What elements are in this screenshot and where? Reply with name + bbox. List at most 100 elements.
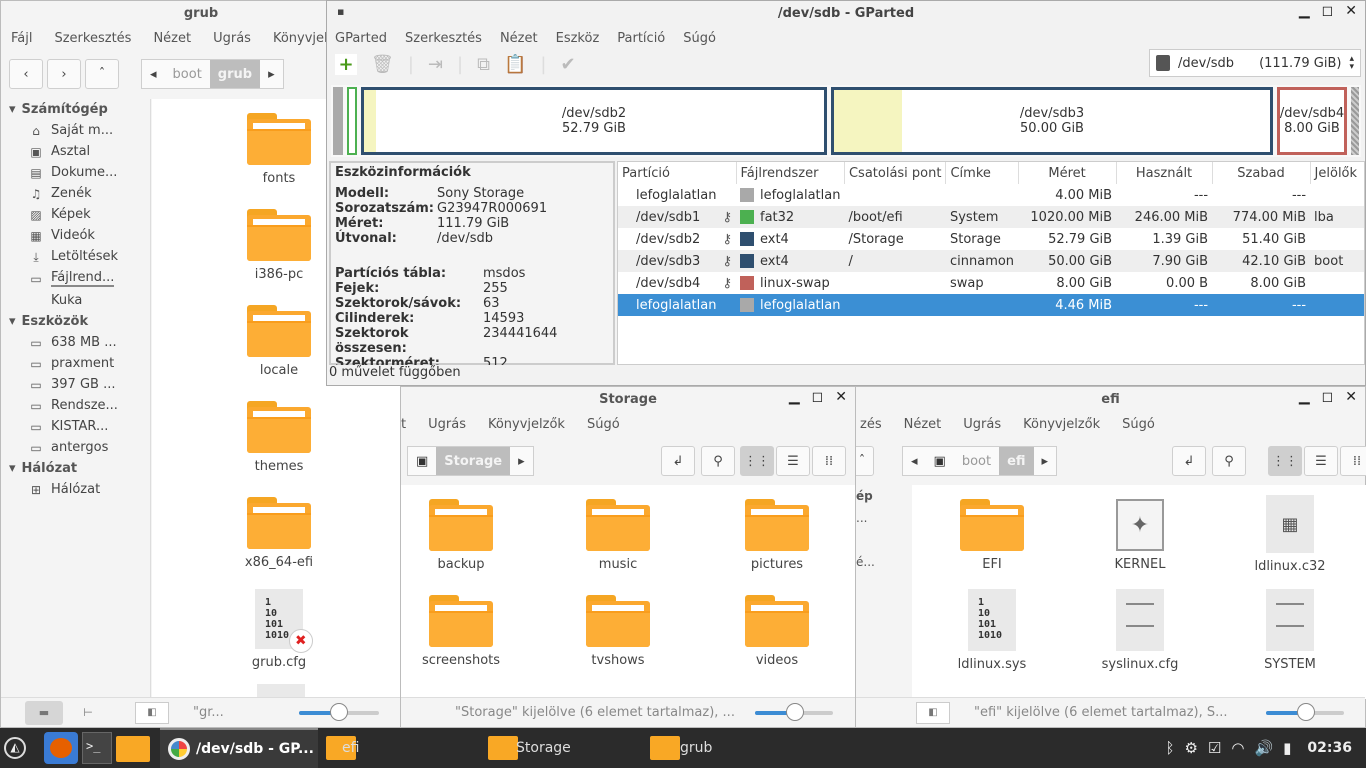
sidebar-item-device[interactable]: ▭ Rendsze... — [1, 395, 150, 416]
folder-item[interactable]: music — [558, 499, 678, 572]
task-grub[interactable]: grub — [650, 728, 712, 768]
menu-edit[interactable]: Szerkesztés — [405, 31, 482, 46]
forward-button[interactable]: › — [47, 59, 81, 89]
folder-item[interactable]: i386-pc — [219, 209, 339, 282]
column-header[interactable]: Használt — [1116, 162, 1213, 184]
menu-device[interactable]: Eszköz — [556, 31, 600, 46]
breadcrumb-right-arrow[interactable]: ▸ — [510, 447, 533, 475]
back-button[interactable]: ‹ — [9, 59, 43, 89]
menu-view[interactable]: Nézet — [500, 31, 538, 46]
menu-go[interactable]: Ugrás — [963, 417, 1001, 432]
folder-item[interactable]: fonts — [219, 113, 339, 186]
search-button[interactable]: ⚲ — [1212, 446, 1246, 476]
delete-icon[interactable]: 🗑 — [371, 54, 394, 75]
folder-item[interactable]: videos — [717, 595, 837, 668]
file-item[interactable]: ✦ KERNEL — [1080, 499, 1200, 572]
partition-block-sdb4[interactable]: /dev/sdb4 8.00 GiB — [1277, 87, 1347, 155]
minimize-icon[interactable]: ▁ — [1299, 3, 1310, 19]
column-header[interactable]: Méret — [1018, 162, 1117, 184]
maximize-icon[interactable]: ◻ — [1322, 389, 1334, 405]
location-toggle-button[interactable]: ↲ — [661, 446, 695, 476]
partition-block-sdb1[interactable] — [347, 87, 357, 155]
sidebar-item-desktop[interactable]: ▣ Asztal — [1, 141, 150, 162]
compact-view-button[interactable]: ⁞⁞ — [812, 446, 846, 476]
menu-file[interactable]: Fájl — [11, 31, 32, 46]
device-selector[interactable]: /dev/sdb (111.79 GiB) ▴ ▾ — [1149, 49, 1361, 77]
menu-view[interactable]: Nézet — [904, 417, 942, 432]
breadcrumb-boot[interactable]: boot — [954, 447, 999, 475]
sidebar-header-devices[interactable]: ▾ Eszközök — [1, 311, 150, 332]
menu-help[interactable]: Súgó — [587, 417, 620, 432]
unallocated-block[interactable] — [333, 87, 343, 155]
menu-bookmarks[interactable]: Könyvjelzők — [1023, 417, 1100, 432]
sidebar-header-network[interactable]: ▾ Hálózat — [1, 458, 150, 479]
breadcrumb-boot[interactable]: boot — [165, 60, 210, 88]
menu-view[interactable]: Nézet — [153, 31, 191, 46]
column-header[interactable]: Csatolási pont — [844, 162, 947, 184]
sidebar-item-trash[interactable]: Kuka — [1, 290, 150, 311]
folder-item[interactable]: x86_64-efi — [219, 497, 339, 570]
sidebar-toggle-button[interactable]: ◧ — [916, 701, 950, 724]
partition-block-sdb2[interactable]: /dev/sdb2 52.79 GiB — [361, 87, 827, 155]
maximize-icon[interactable]: ◻ — [1322, 3, 1334, 19]
column-header[interactable]: Jelölők — [1310, 162, 1364, 184]
menu-help[interactable]: Súgó — [683, 31, 716, 46]
sidebar-item-home[interactable]: ⌂ Saját m... — [1, 120, 150, 141]
sidebar-header-computer[interactable]: ▾ Számítógép — [1, 99, 150, 120]
menu-gparted[interactable]: GParted — [335, 31, 387, 46]
minimize-icon[interactable]: ▁ — [789, 389, 800, 405]
menu-item-partial[interactable]: t — [401, 417, 406, 432]
list-view-button[interactable]: ☰ — [1304, 446, 1338, 476]
drive-icon[interactable]: ▣ — [408, 447, 436, 475]
battery-icon[interactable]: ▮ — [1283, 739, 1291, 757]
column-header[interactable]: Fájlrendszer — [736, 162, 845, 184]
breadcrumb-left-arrow[interactable]: ◂ — [903, 447, 926, 475]
drive-icon[interactable]: ▣ — [926, 447, 954, 475]
column-header[interactable]: Szabad — [1212, 162, 1311, 184]
partition-block-sdb3[interactable]: /dev/sdb3 50.00 GiB — [831, 87, 1273, 155]
menu-launcher-icon[interactable]: ◭ — [4, 737, 26, 759]
sidebar-item-pictures[interactable]: ▨ Képek — [1, 204, 150, 225]
maximize-icon[interactable]: ◻ — [812, 389, 824, 405]
folder-item[interactable]: locale — [219, 305, 339, 378]
unallocated-block[interactable] — [1351, 87, 1359, 155]
close-icon[interactable]: ✕ — [1345, 3, 1357, 19]
wifi-icon[interactable]: ◠ — [1231, 739, 1244, 757]
column-header[interactable]: Címke — [945, 162, 1019, 184]
folder-item[interactable]: tvshows — [558, 595, 678, 668]
breadcrumb-grub[interactable]: grub — [209, 60, 261, 88]
partition-row[interactable]: lefoglalatlan lefoglalatlan 4.00 MiB --- --- — [618, 184, 1364, 206]
breadcrumb-left-arrow[interactable]: ◂ — [142, 60, 165, 88]
file-item[interactable]: 1 10 101 1010 ✖ grub.cfg — [219, 589, 339, 670]
sidebar-item-filesystem[interactable]: ▭ Fájlrend... — [1, 267, 150, 290]
breadcrumb-efi[interactable]: efi — [999, 447, 1034, 475]
sidebar-item-documents[interactable]: ▤ Dokume... — [1, 162, 150, 183]
file-item[interactable]: 1 10 101 1010 ldlinux.sys — [932, 589, 1052, 672]
new-partition-icon[interactable]: + — [335, 53, 357, 75]
menu-help[interactable]: Súgó — [1122, 417, 1155, 432]
zoom-slider[interactable] — [755, 703, 833, 721]
sidebar-item-device[interactable]: ▭ 638 MB ... — [1, 332, 150, 353]
file-item[interactable]: syslinux.cfg — [1080, 589, 1200, 672]
icon-view-button[interactable]: ⋮⋮ — [1268, 446, 1302, 476]
icon-view-button[interactable]: ⋮⋮ — [740, 446, 774, 476]
zoom-slider[interactable] — [299, 703, 379, 721]
window-menu-icon[interactable]: ▪ — [337, 5, 344, 18]
list-view-button[interactable]: ☰ — [776, 446, 810, 476]
menu-edit[interactable]: zés — [860, 417, 882, 432]
apply-icon[interactable]: ✔ — [560, 54, 575, 75]
sidebar-item-music[interactable]: ♫ Zenék — [1, 183, 150, 204]
file-item[interactable]: ▦ ldlinux.c32 — [1230, 495, 1350, 574]
partition-row[interactable]: /dev/sdb1 ⚷ fat32/boot/efi System 1020.00 Mi… — [618, 206, 1364, 228]
bluetooth-icon[interactable]: ᛒ — [1165, 739, 1174, 757]
menu-partition[interactable]: Partíció — [617, 31, 665, 46]
breadcrumb-right-arrow[interactable]: ▸ — [1034, 447, 1057, 475]
tree-toggle-button[interactable]: ⊢ — [71, 701, 105, 725]
settings-gear-icon[interactable]: ⚙ — [1184, 739, 1197, 757]
close-icon[interactable]: ✕ — [835, 389, 847, 405]
sidebar-toggle-button[interactable]: ◧ — [135, 701, 169, 724]
paste-icon[interactable]: 📋 — [504, 54, 526, 75]
sidebar-item-device[interactable]: ▭ KISTAR... — [1, 416, 150, 437]
breadcrumb-storage[interactable]: Storage — [436, 447, 511, 475]
menu-edit[interactable]: Szerkesztés — [54, 31, 131, 46]
